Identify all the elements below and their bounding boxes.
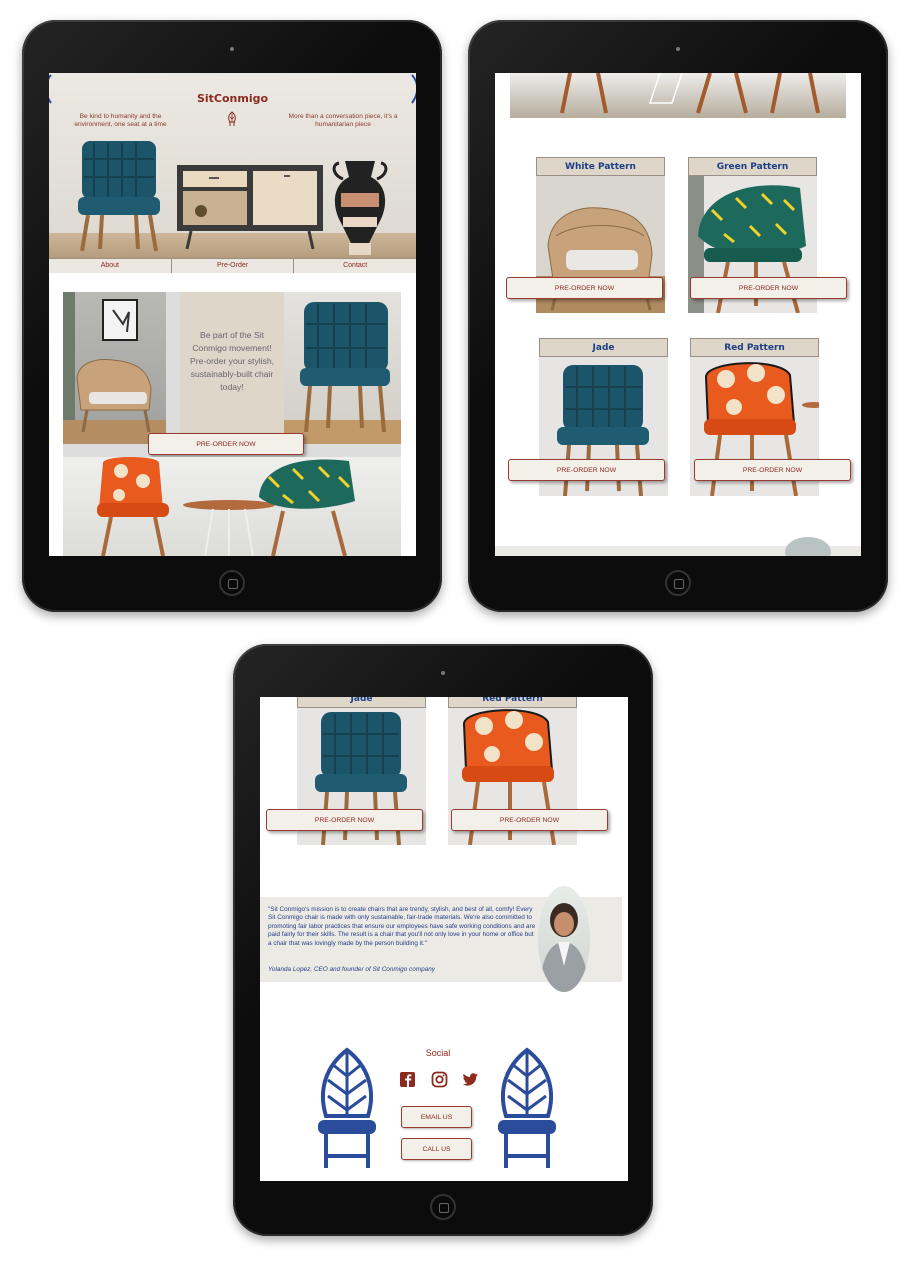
sideboard-image xyxy=(177,165,323,249)
main-nav: About Pre-Order Contact xyxy=(49,258,416,273)
social-links xyxy=(399,1071,479,1088)
camera-dot xyxy=(230,47,234,51)
tablet-frame-2: White Pattern PRE-ORDER NOW Green Patter… xyxy=(468,20,888,612)
product-name: Red Pattern xyxy=(690,338,819,357)
pre-order-button[interactable]: PRE-ORDER NOW xyxy=(451,809,608,831)
pre-order-button[interactable]: PRE-ORDER NOW xyxy=(690,277,847,299)
promo-text-panel: Be part of the Sit Conmigo movement! Pre… xyxy=(180,292,284,444)
promo-text: Be part of the Sit Conmigo movement! Pre… xyxy=(189,330,275,392)
quote-author: Yolanda Lopez, CEO and founder of Sit Co… xyxy=(268,966,435,973)
screen-about: Jade PRE-ORDER NOW Red Pattern PRE-ORDER… xyxy=(260,697,628,1181)
brand-title[interactable]: SitConmigo xyxy=(49,92,416,105)
product-name: Jade xyxy=(539,338,668,357)
camera-dot xyxy=(676,47,680,51)
nav-contact[interactable]: Contact xyxy=(294,259,416,273)
tablet-frame-1: SitConmigo Be kind to humanity and the e… xyxy=(22,20,442,612)
portrait-fragment xyxy=(785,537,831,556)
home-button[interactable] xyxy=(665,570,691,596)
pre-order-button[interactable]: PRE-ORDER NOW xyxy=(506,277,663,299)
camera-dot xyxy=(441,671,445,675)
product-name: Jade xyxy=(297,697,426,708)
teal-chair-image xyxy=(284,292,401,444)
nav-pre-order[interactable]: Pre-Order xyxy=(172,259,295,273)
founder-portrait xyxy=(538,886,590,992)
screen-home: SitConmigo Be kind to humanity and the e… xyxy=(49,73,416,556)
chair-legs-image xyxy=(510,73,846,118)
chair-logo-icon xyxy=(228,111,236,126)
call-us-button[interactable]: CALL US xyxy=(401,1138,472,1160)
pre-order-button[interactable]: PRE-ORDER NOW xyxy=(508,459,665,481)
tagline-right: More than a conversation piece, it's a h… xyxy=(288,113,398,128)
chair-logo-right-icon xyxy=(498,1047,556,1168)
vase-image xyxy=(332,161,388,255)
pre-order-button[interactable]: PRE-ORDER NOW xyxy=(694,459,851,481)
two-chairs-image xyxy=(63,457,401,556)
facebook-icon[interactable] xyxy=(399,1071,416,1088)
hero-banner: SitConmigo Be kind to humanity and the e… xyxy=(49,73,416,258)
rattan-chair-image xyxy=(63,292,166,444)
founder-quote: "Sit Conmigo's mission is to create chai… xyxy=(268,906,536,947)
product-name: Green Pattern xyxy=(688,157,817,176)
product-name: Red Pattern xyxy=(448,697,577,708)
home-button[interactable] xyxy=(219,570,245,596)
tablet-frame-3: Jade PRE-ORDER NOW Red Pattern PRE-ORDER… xyxy=(233,644,653,1236)
twitter-icon[interactable] xyxy=(462,1071,479,1088)
promo-section: Be part of the Sit Conmigo movement! Pre… xyxy=(63,292,401,556)
chair-logo-left-icon xyxy=(318,1047,376,1168)
teal-chair-image xyxy=(78,141,160,252)
nav-about[interactable]: About xyxy=(49,259,172,273)
pre-order-button[interactable]: PRE-ORDER NOW xyxy=(266,809,423,831)
pre-order-button[interactable]: PRE-ORDER NOW xyxy=(148,433,304,455)
instagram-icon[interactable] xyxy=(431,1071,448,1088)
email-us-button[interactable]: EMAIL US xyxy=(401,1106,472,1128)
screen-products: White Pattern PRE-ORDER NOW Green Patter… xyxy=(495,73,861,556)
product-name: White Pattern xyxy=(536,157,665,176)
social-heading: Social xyxy=(425,1048,451,1058)
tagline-left: Be kind to humanity and the environment,… xyxy=(74,113,167,128)
home-button[interactable] xyxy=(430,1194,456,1220)
